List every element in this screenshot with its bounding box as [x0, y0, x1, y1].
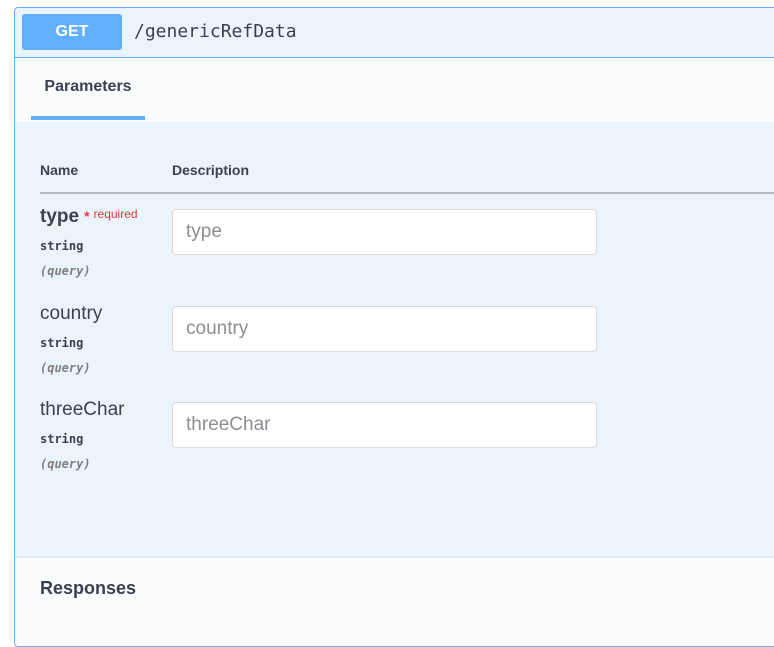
parameter-name: type * required	[40, 206, 138, 228]
responses-section: Responses	[15, 558, 774, 646]
column-header-name: Name	[40, 162, 79, 178]
parameter-row-type: type * required string (query)	[40, 206, 774, 296]
type-input[interactable]	[172, 209, 597, 255]
parameter-location: (query)	[40, 361, 91, 375]
parameter-type: string	[40, 336, 84, 350]
operation-block-get: GET /genericRefData Parameters Name Desc…	[14, 7, 774, 647]
parameter-name-label: type	[40, 206, 80, 227]
responses-title: Responses	[40, 578, 137, 598]
country-input[interactable]	[172, 306, 597, 352]
operation-summary[interactable]: GET /genericRefData	[15, 8, 774, 58]
threechar-input[interactable]	[172, 402, 597, 448]
parameter-name: threeChar	[40, 399, 125, 420]
parameter-name: country	[40, 303, 103, 324]
http-method-badge: GET	[22, 14, 122, 50]
parameters-table: Name Description type * required string (q…	[15, 122, 774, 558]
column-header-description: Description	[172, 162, 250, 178]
required-label: required	[93, 207, 138, 221]
parameter-row-country: country string (query)	[40, 303, 774, 393]
required-asterisk: *	[84, 208, 90, 224]
parameter-row-threechar: threeChar string (query)	[40, 399, 774, 489]
parameter-type: string	[40, 432, 84, 446]
tab-parameters[interactable]: Parameters	[31, 58, 145, 120]
parameter-type: string	[40, 239, 84, 253]
parameters-header: Parameters	[15, 58, 774, 122]
endpoint-path: /genericRefData	[134, 21, 297, 42]
parameter-location: (query)	[40, 457, 91, 471]
header-divider	[40, 192, 774, 194]
parameter-location: (query)	[40, 264, 91, 278]
